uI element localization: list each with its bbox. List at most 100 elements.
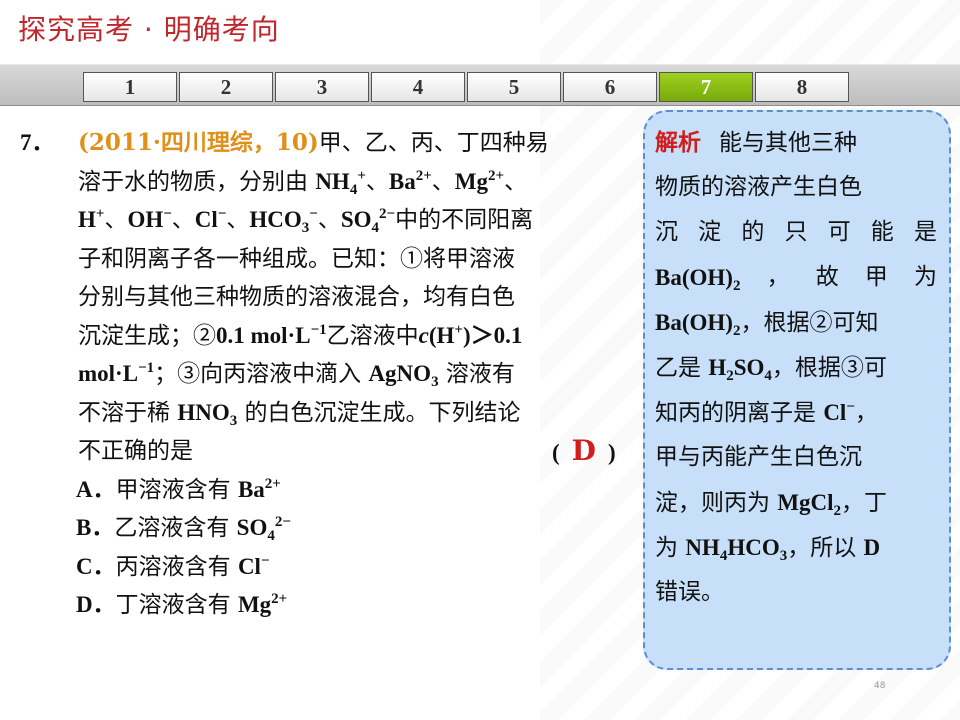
ion-formula: (H <box>428 322 455 348</box>
question-line-6: 沉淀生成；②0.1 mol·L−1乙溶液中c(H+)＞0.1 <box>20 317 638 356</box>
tab-5[interactable]: 5 <box>467 72 561 102</box>
option-d[interactable]: D．丁溶液含有 Mg2+ <box>20 586 638 625</box>
question-block: 7． (2011·四川理综，10)甲、乙、丙、丁四种易 溶于水的物质，分别由 NH… <box>20 124 638 625</box>
superscript: 2+ <box>488 167 505 184</box>
analysis-char: 只 <box>784 219 808 245</box>
superscript: 2+ <box>415 167 432 184</box>
tab-7[interactable]: 7 <box>659 72 753 102</box>
tab-3[interactable]: 3 <box>275 72 369 102</box>
separator: 、 <box>504 168 528 195</box>
ion-formula: Mg <box>237 592 272 617</box>
concentration: 0.1 mol·L <box>216 322 311 348</box>
question-line-4: 子和阴离子各一种组成。已知：①将甲溶液 <box>78 245 515 272</box>
subscript: 3 <box>431 374 439 390</box>
subscript: 2 <box>833 503 842 519</box>
tab-4[interactable]: 4 <box>371 72 465 102</box>
separator: 、 <box>317 207 341 233</box>
analysis-text: 知丙的阴离子是 <box>655 400 824 426</box>
separator: 、 <box>226 207 250 233</box>
page-title: 探究高考 · 明确考向 <box>18 13 280 46</box>
concentration-symbol: c <box>418 322 429 348</box>
subscript: 2 <box>726 368 734 384</box>
superscript: + <box>357 167 366 184</box>
compound-formula: MgCl <box>777 490 834 515</box>
analysis-title: 解析 <box>655 129 701 156</box>
answer-letter: D <box>863 535 881 560</box>
question-text: 溶液有 <box>438 361 515 387</box>
question-text: 甲、乙、丙、丁四种易 <box>318 130 549 156</box>
ion-formula: H <box>78 207 96 232</box>
ion-formula: Ba <box>388 168 416 194</box>
analysis-char: 可 <box>827 219 851 245</box>
ion-formula: SO <box>340 207 372 232</box>
tab-1[interactable]: 1 <box>83 72 177 102</box>
analysis-text: 能与其他三种 <box>719 130 857 156</box>
analysis-text: 乙是 <box>655 355 709 381</box>
question-line-5: 分别与其他三种物质的溶液混合，均有白色 <box>78 284 515 310</box>
question-text: ；③向丙溶液中滴入 <box>154 361 369 387</box>
option-text: 丙溶液含有 <box>115 553 238 580</box>
analysis-text: ，所以 <box>787 535 864 561</box>
superscript: − <box>846 399 855 415</box>
option-c[interactable]: C．丙溶液含有 Cl− <box>20 548 638 587</box>
analysis-char: 故 <box>815 264 839 290</box>
option-label: A． <box>76 476 116 502</box>
option-text: 乙溶液含有 <box>114 515 237 541</box>
compound-formula: AgNO <box>368 361 432 386</box>
superscript: − <box>163 206 172 222</box>
analysis-char: 淀 <box>698 219 722 245</box>
separator: 、 <box>431 168 455 195</box>
option-text: 甲溶液含有 <box>115 476 238 503</box>
analysis-line-3: 沉淀的只可能是 <box>655 210 937 255</box>
superscript: − <box>309 206 318 222</box>
superscript: − <box>260 552 270 569</box>
question-line-8: 不溶于稀 HNO3 的白色沉淀生成。下列结论 <box>20 394 638 433</box>
option-a[interactable]: A．甲溶液含有 Ba2+ <box>20 471 638 510</box>
analysis-line-9: 淀，则丙为 MgCl2，丁 <box>655 480 937 525</box>
analysis-line-2: 物质的溶液产生白色 <box>655 174 862 200</box>
subscript: 2 <box>732 278 741 294</box>
ion-formula: NH <box>315 168 350 194</box>
analysis-char: 甲 <box>864 264 888 290</box>
superscript: 2− <box>379 206 396 222</box>
ion-formula: OH <box>127 207 164 232</box>
analysis-text: 为 <box>655 535 686 561</box>
compound-formula: HCO <box>727 535 780 560</box>
question-text: 的白色沉淀生成。下列结论 <box>237 399 521 426</box>
analysis-text: ， <box>854 400 878 426</box>
question-line-7: mol·L−1；③向丙溶液中滴入 AgNO3 溶液有 <box>20 355 638 394</box>
question-text: 中的不同阳离 <box>395 207 534 233</box>
formula-text: Ba(OH) <box>655 265 733 290</box>
question-number: 7． <box>20 130 55 155</box>
question-text: 不正确的是 <box>78 438 193 464</box>
ion-formula: Cl <box>823 400 847 425</box>
tab-8[interactable]: 8 <box>755 72 849 102</box>
option-text: 丁溶液含有 <box>115 592 238 618</box>
analysis-line-4: Ba(OH)2 ， 故甲为 <box>655 255 937 300</box>
analysis-char: 是 <box>913 219 937 245</box>
analysis-char: 为 <box>913 264 937 290</box>
question-line-2: 溶于水的物质，分别由 NH4+、Ba2+、Mg2+、 <box>20 163 638 202</box>
question-text: 沉淀生成；② <box>78 322 216 349</box>
analysis-char: 的 <box>741 219 765 245</box>
ion-formula: Ba <box>237 476 265 502</box>
tab-6[interactable]: 6 <box>563 72 657 102</box>
option-label: B． <box>76 515 115 540</box>
option-label: D． <box>76 592 116 617</box>
answer-blank: (D) <box>552 432 616 473</box>
subscript: 3 <box>301 220 310 236</box>
ion-formula: Cl <box>194 207 218 232</box>
question-source: (2011·四川理综，10) <box>78 129 319 156</box>
analysis-text: ，丁 <box>841 490 888 516</box>
analysis-char: ， <box>766 264 790 290</box>
analysis-text: ，根据②可知 <box>740 310 879 336</box>
tab-2[interactable]: 2 <box>179 72 273 102</box>
analysis-line-11: 错误。 <box>655 579 724 605</box>
separator: 、 <box>365 168 389 195</box>
option-b[interactable]: B．乙溶液含有 SO42− <box>20 509 638 548</box>
superscript: 2+ <box>271 591 288 607</box>
superscript: 2− <box>274 514 291 530</box>
question-line-9: 不正确的是 (D) <box>20 432 638 471</box>
ion-formula: HCO <box>249 207 302 232</box>
question-text: )＞0.1 <box>462 322 523 348</box>
